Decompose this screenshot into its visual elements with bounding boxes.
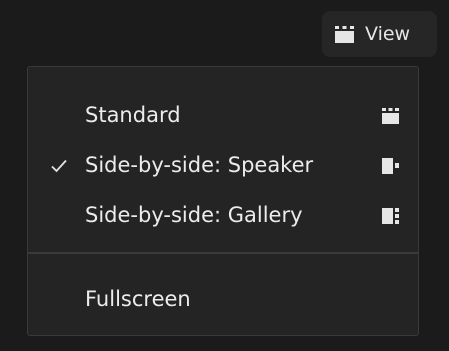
view-dropdown-menu: Standard Side-by-side: Speaker Side-by-s… xyxy=(27,66,419,336)
menu-item-side-by-side-gallery[interactable]: Side-by-side: Gallery xyxy=(28,193,418,237)
menu-item-label: Fullscreen xyxy=(85,287,191,311)
view-button[interactable]: View xyxy=(322,11,437,57)
grid-layout-icon xyxy=(334,25,355,43)
menu-item-label: Standard xyxy=(85,103,181,127)
menu-item-fullscreen[interactable]: Fullscreen xyxy=(28,277,418,321)
checkmark-icon xyxy=(50,156,68,174)
side-by-side-speaker-icon xyxy=(380,156,401,174)
app-window: View Standard Side-by-side: Speaker Side… xyxy=(0,0,449,351)
standard-layout-icon xyxy=(380,106,401,124)
view-button-label: View xyxy=(365,23,411,45)
side-by-side-gallery-icon xyxy=(380,206,401,224)
menu-item-side-by-side-speaker[interactable]: Side-by-side: Speaker xyxy=(28,143,418,187)
menu-divider xyxy=(28,252,418,254)
menu-item-label: Side-by-side: Speaker xyxy=(85,153,314,177)
menu-item-label: Side-by-side: Gallery xyxy=(85,203,303,227)
menu-item-standard[interactable]: Standard xyxy=(28,93,418,137)
